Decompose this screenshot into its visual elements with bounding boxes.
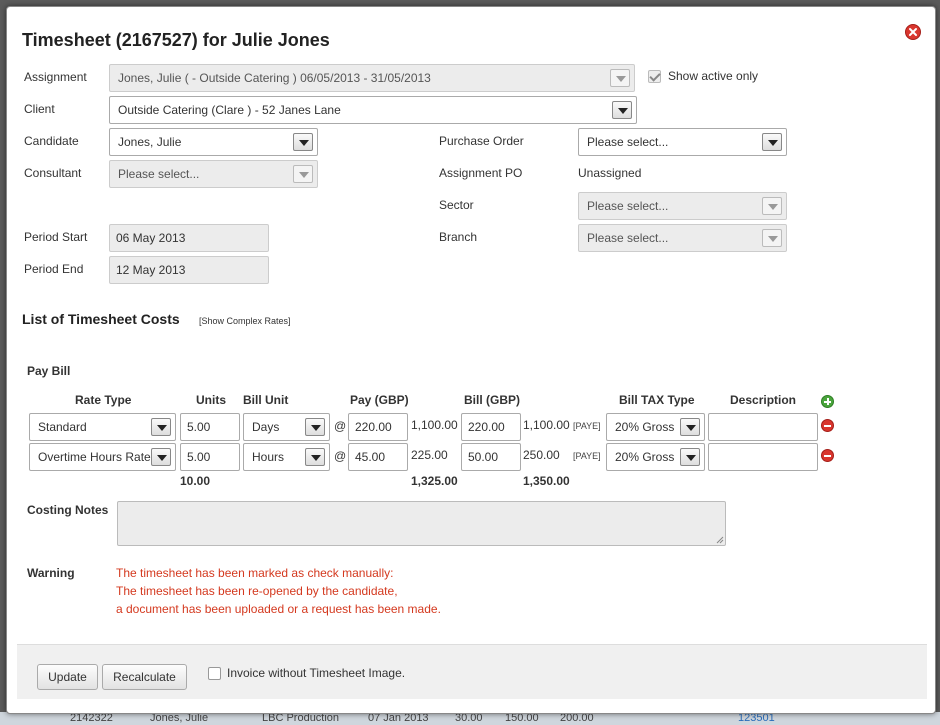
- col-bill-tax: Bill TAX Type: [619, 393, 695, 407]
- show-active-label: Show active only: [668, 69, 759, 83]
- chevron-down-icon: [762, 197, 782, 215]
- remove-row-icon[interactable]: [821, 419, 834, 432]
- chevron-down-icon: [680, 448, 700, 466]
- warning-line: a document has been uploaded or a reques…: [116, 602, 441, 616]
- branch-label: Branch: [439, 230, 478, 244]
- rate-type-select[interactable]: Overtime Hours Rate: [29, 443, 176, 471]
- units-field[interactable]: 5.00: [180, 443, 240, 471]
- warning-label: Warning: [27, 566, 75, 580]
- col-description: Description: [730, 393, 797, 407]
- sector-select[interactable]: Please select...: [578, 192, 787, 220]
- period-end-field[interactable]: 12 May 2013: [109, 256, 269, 284]
- purchase-order-label: Purchase Order: [439, 134, 524, 148]
- chevron-down-icon: [293, 165, 313, 183]
- purchase-order-value: Please select...: [587, 135, 669, 149]
- chevron-down-icon: [612, 101, 632, 119]
- candidate-label: Candidate: [24, 134, 79, 148]
- tax-tag: [PAYE]: [573, 421, 601, 431]
- consultant-select[interactable]: Please select...: [109, 160, 318, 188]
- chevron-down-icon: [680, 418, 700, 436]
- col-units: Units: [196, 393, 226, 407]
- consultant-value: Please select...: [118, 167, 200, 181]
- tax-tag: [PAYE]: [573, 451, 601, 461]
- client-label: Client: [24, 102, 55, 116]
- assignment-po-value: Unassigned: [578, 166, 642, 180]
- col-bill-unit: Bill Unit: [243, 393, 289, 407]
- resize-grip-icon[interactable]: [716, 536, 724, 544]
- chevron-down-icon: [762, 133, 782, 151]
- assignment-value: Jones, Julie ( - Outside Catering ) 06/0…: [118, 71, 431, 85]
- remove-row-icon[interactable]: [821, 449, 834, 462]
- sector-value: Please select...: [587, 199, 669, 213]
- client-select[interactable]: Outside Catering (Clare ) - 52 Janes Lan…: [109, 96, 637, 124]
- col-bill: Bill (GBP): [464, 393, 520, 407]
- sector-label: Sector: [439, 198, 474, 212]
- bill-grand-total: 1,350.00: [523, 474, 570, 488]
- add-row-icon[interactable]: [821, 395, 834, 408]
- description-field[interactable]: [708, 413, 818, 441]
- costs-section-title: List of Timesheet Costs: [22, 311, 180, 327]
- dialog-footer: Update Recalculate Invoice without Times…: [17, 644, 927, 699]
- pay-bill-label: Pay Bill: [27, 364, 71, 378]
- purchase-order-select[interactable]: Please select...: [578, 128, 787, 156]
- chevron-down-icon: [293, 133, 313, 151]
- bill-total: 250.00: [523, 448, 560, 462]
- rate-type-select[interactable]: Standard: [29, 413, 176, 441]
- assignment-po-label: Assignment PO: [439, 166, 523, 180]
- chevron-down-icon: [151, 418, 171, 436]
- show-complex-rates-link[interactable]: [Show Complex Rates]: [199, 316, 291, 326]
- update-button[interactable]: Update: [37, 664, 98, 690]
- bill-total: 1,100.00: [523, 418, 570, 432]
- candidate-value: Jones, Julie: [118, 135, 182, 149]
- assignment-select[interactable]: Jones, Julie ( - Outside Catering ) 06/0…: [109, 64, 635, 92]
- warning-line: The timesheet has been re-opened by the …: [116, 584, 398, 598]
- bill-tax-select[interactable]: 20% Gross: [606, 443, 705, 471]
- bill-rate-field[interactable]: 50.00: [461, 443, 521, 471]
- invoice-without-image-label: Invoice without Timesheet Image.: [227, 666, 406, 680]
- chevron-down-icon: [305, 418, 325, 436]
- chevron-down-icon: [305, 448, 325, 466]
- pay-total: 225.00: [411, 448, 448, 462]
- col-pay: Pay (GBP): [350, 393, 409, 407]
- chevron-down-icon: [151, 448, 171, 466]
- costing-notes-textarea[interactable]: [117, 501, 726, 546]
- close-icon[interactable]: [905, 24, 921, 40]
- bill-unit-select[interactable]: Hours: [243, 443, 330, 471]
- at-symbol: @: [334, 449, 347, 463]
- assignment-label: Assignment: [24, 70, 87, 84]
- chevron-down-icon: [610, 69, 630, 87]
- recalculate-button[interactable]: Recalculate: [102, 664, 187, 690]
- bill-rate-field[interactable]: 220.00: [461, 413, 521, 441]
- warning-message: The timesheet has been marked as check m…: [116, 564, 441, 618]
- invoice-without-image-checkbox[interactable]: [208, 667, 221, 680]
- pay-rate-field[interactable]: 220.00: [348, 413, 408, 441]
- description-field[interactable]: [708, 443, 818, 471]
- branch-value: Please select...: [587, 231, 669, 245]
- period-end-label: Period End: [24, 262, 84, 276]
- bill-tax-select[interactable]: 20% Gross: [606, 413, 705, 441]
- units-field[interactable]: 5.00: [180, 413, 240, 441]
- pay-grand-total: 1,325.00: [411, 474, 458, 488]
- units-total: 10.00: [180, 474, 211, 488]
- pay-rate-field[interactable]: 45.00: [348, 443, 408, 471]
- show-active-checkbox[interactable]: [648, 70, 661, 83]
- consultant-label: Consultant: [24, 166, 82, 180]
- at-symbol: @: [334, 419, 347, 433]
- branch-select[interactable]: Please select...: [578, 224, 787, 252]
- chevron-down-icon: [762, 229, 782, 247]
- client-value: Outside Catering (Clare ) - 52 Janes Lan…: [118, 103, 341, 117]
- col-rate-type: Rate Type: [75, 393, 132, 407]
- warning-line: The timesheet has been marked as check m…: [116, 566, 394, 580]
- pay-total: 1,100.00: [411, 418, 458, 432]
- candidate-select[interactable]: Jones, Julie: [109, 128, 318, 156]
- bill-unit-select[interactable]: Days: [243, 413, 330, 441]
- timesheet-dialog: Timesheet (2167527) for Julie Jones Assi…: [6, 6, 936, 714]
- period-start-label: Period Start: [24, 230, 88, 244]
- period-start-field[interactable]: 06 May 2013: [109, 224, 269, 252]
- costing-notes-label: Costing Notes: [27, 503, 109, 517]
- dialog-title: Timesheet (2167527) for Julie Jones: [22, 30, 330, 50]
